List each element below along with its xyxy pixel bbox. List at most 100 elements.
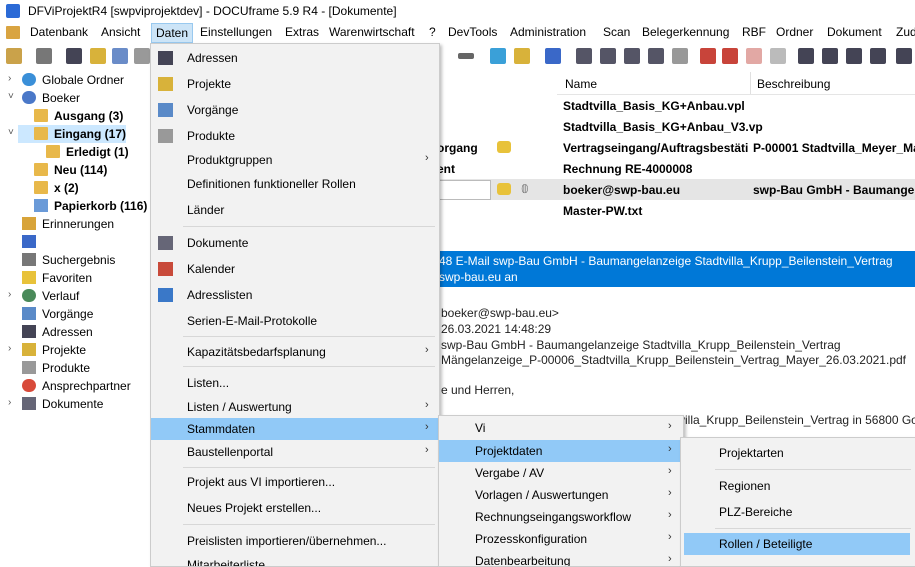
tree-item-adressen[interactable]: Adressen xyxy=(0,323,150,341)
menu-zud[interactable]: Zud xyxy=(896,25,915,39)
menu-item-laender[interactable]: Länder xyxy=(151,199,439,221)
tool-6-icon[interactable] xyxy=(700,48,716,64)
menu-belegerkennung[interactable]: Belegerkennung xyxy=(642,25,729,39)
menu-item-stammdaten[interactable]: Stammdaten › xyxy=(151,418,439,440)
menu-item-mitarbeiterliste[interactable]: Mitarbeiterliste xyxy=(151,554,439,566)
menu-scan[interactable]: Scan xyxy=(603,25,630,39)
chevron-right-icon[interactable]: › xyxy=(8,343,11,354)
menu-item-prozesskonfiguration[interactable]: Prozesskonfiguration › xyxy=(439,528,683,550)
tree-item-dokumente[interactable]: › Dokumente xyxy=(0,395,150,413)
chevron-down-icon[interactable]: ˅ xyxy=(8,127,14,138)
menu-ordner[interactable]: Ordner xyxy=(776,25,813,39)
tree-item-boeker[interactable]: ˅ Boeker xyxy=(0,89,150,107)
column-divider[interactable] xyxy=(750,72,751,94)
menu-item-dokumente[interactable]: Dokumente xyxy=(151,232,439,254)
tree-item-ausgang[interactable]: Ausgang (3) xyxy=(0,107,150,125)
tool-1-icon[interactable] xyxy=(576,48,592,64)
card-icon[interactable] xyxy=(66,48,82,64)
menu-item-vorgaenge[interactable]: Vorgänge xyxy=(151,99,439,121)
menu-item-vi[interactable]: Vi › xyxy=(439,417,683,439)
chevron-right-icon[interactable]: › xyxy=(8,289,11,300)
print-icon[interactable] xyxy=(36,48,52,64)
menu-item-listen[interactable]: Listen... xyxy=(151,372,439,394)
tool-4-icon[interactable] xyxy=(648,48,664,64)
tool-12-icon[interactable] xyxy=(846,48,862,64)
menu-einstellungen[interactable]: Einstellungen xyxy=(200,25,272,39)
column-header-name[interactable]: Name xyxy=(565,77,597,91)
table-row[interactable]: Stadtvilla_Basis_KG+Anbau.vpl xyxy=(437,95,915,116)
tool-13-icon[interactable] xyxy=(870,48,886,64)
menu-item-produktgruppen[interactable]: Produktgruppen › xyxy=(151,149,439,171)
pin-icon[interactable] xyxy=(545,48,561,64)
tool-2-icon[interactable] xyxy=(600,48,616,64)
check-icon[interactable] xyxy=(112,48,128,64)
tree-item-neu[interactable]: Neu (114) xyxy=(0,161,150,179)
menu-item-kalender[interactable]: Kalender xyxy=(151,258,439,280)
tree-item-x[interactable]: x (2) xyxy=(0,179,150,197)
menu-item-neues-projekt-erstellen[interactable]: Neues Projekt erstellen... xyxy=(151,497,439,519)
tool-5-icon[interactable] xyxy=(672,48,688,64)
tree-item-projekte[interactable]: › Projekte xyxy=(0,341,150,359)
menu-item-datenbearbeitung[interactable]: Datenbearbeitung › xyxy=(439,550,683,566)
menu-daten[interactable]: Daten xyxy=(151,23,194,43)
tree-item-globale-ordner[interactable]: › Globale Ordner xyxy=(0,71,150,89)
tree-item-favoriten[interactable]: Favoriten xyxy=(0,269,150,287)
tool-3-icon[interactable] xyxy=(624,48,640,64)
menu-extras[interactable]: Extras xyxy=(285,25,319,39)
chevron-right-icon[interactable]: › xyxy=(8,397,11,408)
tree-item-ansprechpartner[interactable]: Ansprechpartner xyxy=(0,377,150,395)
menu-rbf[interactable]: RBF xyxy=(742,25,766,39)
db-icon[interactable] xyxy=(6,26,20,39)
chevron-right-icon[interactable]: › xyxy=(8,73,11,84)
tree-item-erledigt[interactable]: Erledigt (1) xyxy=(0,143,150,161)
tool-14-icon[interactable] xyxy=(896,48,912,64)
menu-warenwirtschaft[interactable]: Warenwirtschaft xyxy=(329,25,415,39)
menu-item-produkte[interactable]: Produkte xyxy=(151,125,439,147)
menu-item-rechnungseingangsworkflow[interactable]: Rechnungseingangsworkflow › xyxy=(439,506,683,528)
menu-administration[interactable]: Administration xyxy=(510,25,586,39)
menu-dokument[interactable]: Dokument xyxy=(827,25,882,39)
tag-icon[interactable] xyxy=(134,48,150,64)
table-row[interactable]: Stadtvilla_Basis_KG+Anbau_V3.vp xyxy=(437,116,915,137)
tree-item-suchergebnis[interactable]: Suchergebnis xyxy=(0,251,150,269)
tree-item-eingang[interactable]: ˅ Eingang (17) xyxy=(8,125,126,143)
tool-9-icon[interactable] xyxy=(770,48,786,64)
row-input-field[interactable] xyxy=(437,180,491,200)
chevron-down-icon[interactable]: ˅ xyxy=(8,91,14,102)
tool-7-icon[interactable] xyxy=(722,48,738,64)
tree-item-vorgaenge[interactable]: Vorgänge xyxy=(0,305,150,323)
tool-10-icon[interactable] xyxy=(798,48,814,64)
folder-tool-icon[interactable] xyxy=(6,48,22,64)
paper-icon[interactable] xyxy=(514,48,530,64)
menu-item-plz-bereiche[interactable]: PLZ-Bereiche xyxy=(681,501,915,523)
menu-devtools[interactable]: DevTools xyxy=(448,25,497,39)
menu-item-regionen[interactable]: Regionen xyxy=(681,475,915,497)
list-icon[interactable] xyxy=(90,48,106,64)
column-header-description[interactable]: Beschreibung xyxy=(757,77,830,91)
table-row[interactable]: ent Rechnung RE-4000008 xyxy=(437,158,915,179)
menu-item-kapazitaetsbedarfsplanung[interactable]: Kapazitätsbedarfsplanung › xyxy=(151,341,439,363)
menu-item-vorlagen-auswertungen[interactable]: Vorlagen / Auswertungen › xyxy=(439,484,683,506)
glasses-icon[interactable] xyxy=(458,53,474,59)
menu-item-preislisten-importieren[interactable]: Preislisten importieren/übernehmen... xyxy=(151,530,439,552)
menu-item-rollen-beteiligte[interactable]: Rollen / Beteiligte xyxy=(684,533,910,555)
menu-item-projektdaten[interactable]: Projektdaten › xyxy=(439,440,683,462)
menu-item-adresslisten[interactable]: Adresslisten xyxy=(151,284,439,306)
menu-item-projektarten[interactable]: Projektarten xyxy=(681,442,915,464)
menu-item-projekt-aus-vi-importieren[interactable]: Projekt aus VI importieren... xyxy=(151,471,439,493)
menu-item-listen-auswertung[interactable]: Listen / Auswertung › xyxy=(151,396,439,418)
table-row[interactable]: organg Vertragseingang/Auftragsbestäti P… xyxy=(437,137,915,158)
menu-item-baustellenportal[interactable]: Baustellenportal › xyxy=(151,441,439,463)
tree-item-produkte[interactable]: Produkte xyxy=(0,359,150,377)
tree-item-erinnerungen[interactable]: Erinnerungen xyxy=(0,215,150,233)
tool-8-icon[interactable] xyxy=(746,48,762,64)
menu-item-definitionen-funktioneller-rollen[interactable]: Definitionen funktioneller Rollen xyxy=(151,173,439,195)
tree-item-pin[interactable] xyxy=(0,233,150,251)
menu-datenbank[interactable]: Datenbank xyxy=(30,25,88,39)
tool-11-icon[interactable] xyxy=(822,48,838,64)
tree-item-verlauf[interactable]: › Verlauf xyxy=(0,287,150,305)
table-row[interactable]: Master-PW.txt xyxy=(437,200,915,221)
menu-item-serien-e-mail-protokolle[interactable]: Serien-E-Mail-Protokolle xyxy=(151,310,439,332)
person-icon[interactable] xyxy=(490,48,506,64)
menu-item-vergabe-av[interactable]: Vergabe / AV › xyxy=(439,462,683,484)
